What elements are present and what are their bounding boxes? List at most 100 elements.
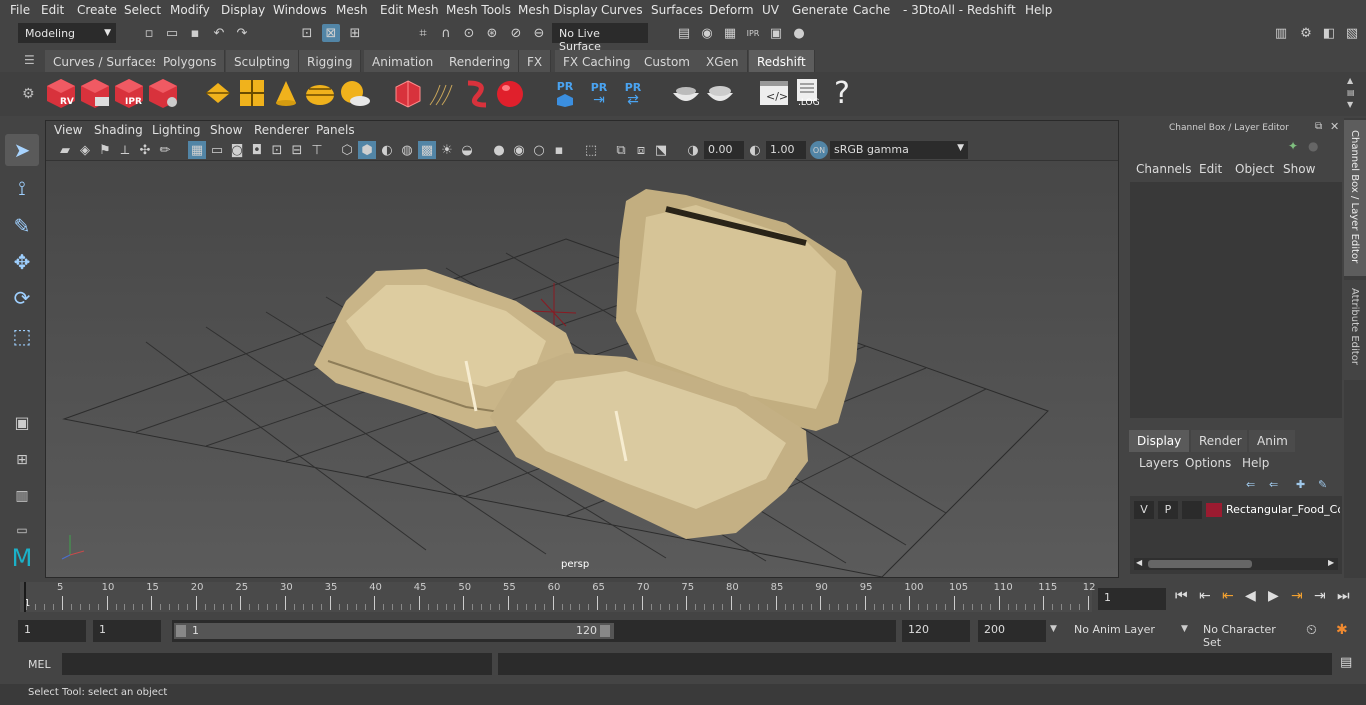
close-panel-icon[interactable]: ✕ — [1330, 120, 1339, 133]
snap-live-icon[interactable]: ⊖ — [530, 24, 548, 42]
tab-fx[interactable]: FX — [519, 50, 552, 72]
character-set-chevron-icon[interactable]: ▼ — [1181, 624, 1188, 634]
layer-list-scrollbar[interactable]: ◀ ▶ — [1134, 558, 1338, 570]
channel-filter-icon[interactable]: ✦ — [1288, 139, 1298, 153]
safe-title-icon[interactable]: ⊤ — [308, 141, 326, 159]
four-view-layout-icon[interactable]: ⊞ — [5, 444, 39, 476]
channel-sync-icon[interactable]: ● — [1308, 139, 1318, 153]
redshift-settings-icon[interactable] — [147, 77, 179, 109]
tab-rigging[interactable]: Rigging — [299, 50, 362, 72]
step-forward-key-icon[interactable]: ⇥ — [1314, 588, 1326, 604]
render-history-icon[interactable]: ▤ — [675, 24, 693, 42]
select-object-icon[interactable]: ⊠ — [322, 24, 340, 42]
film-gate-icon[interactable]: ▭ — [208, 141, 226, 159]
channel-list-area[interactable] — [1130, 182, 1342, 418]
layers-menu[interactable]: Layers — [1139, 456, 1179, 470]
redshift-log-icon[interactable]: .LOG — [792, 77, 824, 109]
workspace-layout-icon[interactable]: ▥ — [1272, 24, 1290, 42]
vp-menu-renderer[interactable]: Renderer — [254, 123, 309, 137]
float-panel-icon[interactable]: ⧉ — [1315, 121, 1322, 132]
redshift-help-icon[interactable]: ? — [826, 76, 858, 111]
toggle-panel-icon[interactable]: ◧ — [1320, 24, 1338, 42]
color-space-selector[interactable]: sRGB gamma ▼ — [830, 141, 968, 159]
step-forward-frame-icon[interactable]: ⇥ — [1291, 588, 1303, 604]
shelf-settings-icon[interactable]: ⚙ — [22, 86, 35, 102]
layer-playback-toggle[interactable]: P — [1158, 501, 1178, 519]
redshift-proxy-icon[interactable] — [392, 77, 424, 109]
shelf-scroll-up-icon[interactable]: ▲ — [1347, 76, 1353, 85]
scroll-left-icon[interactable]: ◀ — [1136, 558, 1142, 567]
redshift-hair-icon[interactable] — [426, 77, 458, 109]
play-forward-icon[interactable]: ▶ — [1268, 588, 1279, 604]
step-back-key-icon[interactable]: ⇤ — [1199, 588, 1211, 604]
menu-mesh-tools[interactable]: Mesh Tools — [446, 3, 511, 17]
menu-generate[interactable]: Generate — [792, 3, 848, 17]
rotate-tool-icon[interactable]: ⟳ — [5, 282, 39, 314]
redshift-sphere-icon[interactable] — [494, 77, 526, 109]
vp-menu-panels[interactable]: Panels — [316, 123, 355, 137]
channel-show-menu[interactable]: Show — [1283, 162, 1315, 176]
two-d-pan-icon[interactable]: ✣ — [136, 141, 154, 159]
animation-end-field[interactable]: 200 — [978, 620, 1046, 642]
field-chart-icon[interactable]: ⊡ — [268, 141, 286, 159]
move-layer-up-icon[interactable]: ⇐ — [1246, 478, 1255, 491]
scale-tool-icon[interactable]: ⬚ — [5, 320, 39, 352]
command-input[interactable] — [62, 653, 492, 675]
lasso-tool-icon[interactable]: ⟟ — [5, 172, 39, 204]
settings-gear-icon[interactable]: ⚙ — [1297, 24, 1315, 42]
redshift-lights-icon[interactable] — [202, 77, 234, 109]
xray-joints-icon[interactable]: ⧈ — [632, 141, 650, 159]
menu-select[interactable]: Select — [124, 3, 161, 17]
scrollbar-thumb[interactable] — [1148, 560, 1252, 568]
redshift-material-icon[interactable] — [670, 77, 702, 109]
scroll-right-icon[interactable]: ▶ — [1328, 558, 1334, 567]
camera-attributes-icon[interactable]: ◈ — [76, 141, 94, 159]
menu-deform[interactable]: Deform — [709, 3, 754, 17]
character-set-selector[interactable]: No Character Set — [1197, 620, 1297, 649]
layer-name[interactable]: Rectangular_Food_Co — [1226, 503, 1340, 516]
animation-start-field[interactable]: 1 — [18, 620, 86, 642]
vp-menu-show[interactable]: Show — [210, 123, 242, 137]
snap-curve-icon[interactable]: ∩ — [437, 24, 455, 42]
live-surface-field[interactable]: No Live Surface — [552, 23, 648, 53]
tab-fx-caching[interactable]: FX Caching — [555, 50, 640, 72]
redshift-curve-icon[interactable] — [460, 77, 492, 109]
redo-icon[interactable]: ↷ — [233, 24, 251, 42]
layer-color-swatch[interactable] — [1206, 503, 1222, 517]
vp-menu-shading[interactable]: Shading — [94, 123, 143, 137]
xray-icon[interactable]: ⧉ — [612, 141, 630, 159]
redshift-render-sequence-icon[interactable] — [79, 77, 111, 109]
gamma-field[interactable]: 1.00 — [766, 141, 806, 159]
anim-layer-selector[interactable]: No Anim Layer — [1068, 620, 1174, 642]
textured-icon[interactable]: ◍ — [398, 141, 416, 159]
depth-of-field-icon[interactable]: ▪ — [550, 141, 568, 159]
vp-menu-view[interactable]: View — [54, 123, 82, 137]
menu-display[interactable]: Display — [221, 3, 265, 17]
playback-end-field[interactable]: 120 — [902, 620, 970, 642]
menu-windows[interactable]: Windows — [273, 3, 327, 17]
open-food-container[interactable] — [490, 189, 862, 539]
grease-pencil-icon[interactable]: ✏ — [156, 141, 174, 159]
layer-display-type-toggle[interactable] — [1182, 501, 1202, 519]
shadows-icon[interactable]: ◒ — [458, 141, 476, 159]
side-tab-channel-box[interactable]: Channel Box / Layer Editor — [1344, 120, 1366, 276]
menu-help[interactable]: Help — [1025, 3, 1052, 17]
new-layer-icon[interactable]: ✚ — [1296, 478, 1305, 491]
redshift-script-editor-icon[interactable]: </> — [758, 77, 790, 109]
snap-view-icon[interactable]: ⊛ — [483, 24, 501, 42]
toggle-channel-box-icon[interactable]: ▧ — [1343, 24, 1361, 42]
auto-key-icon[interactable]: ⏲ — [1306, 622, 1317, 638]
redshift-spot-light-icon[interactable] — [270, 77, 302, 109]
image-plane-icon[interactable]: ⟂ — [116, 141, 134, 159]
menu-file[interactable]: File — [10, 3, 30, 17]
menu-modify[interactable]: Modify — [170, 3, 210, 17]
channels-menu[interactable]: Channels — [1136, 162, 1192, 176]
shelf-scroll-menu-icon[interactable]: ▤ — [1347, 88, 1355, 97]
redshift-pr-export-icon[interactable]: PR ⇥ — [583, 77, 615, 109]
range-slider[interactable]: 1 120 — [172, 620, 896, 642]
menu-curves[interactable]: Curves — [601, 3, 643, 17]
use-all-lights-icon[interactable]: ☀ — [438, 141, 456, 159]
redshift-dome-light-icon[interactable] — [304, 77, 336, 109]
ambient-occlusion-icon[interactable]: ● — [490, 141, 508, 159]
channel-object-menu[interactable]: Object — [1235, 162, 1274, 176]
